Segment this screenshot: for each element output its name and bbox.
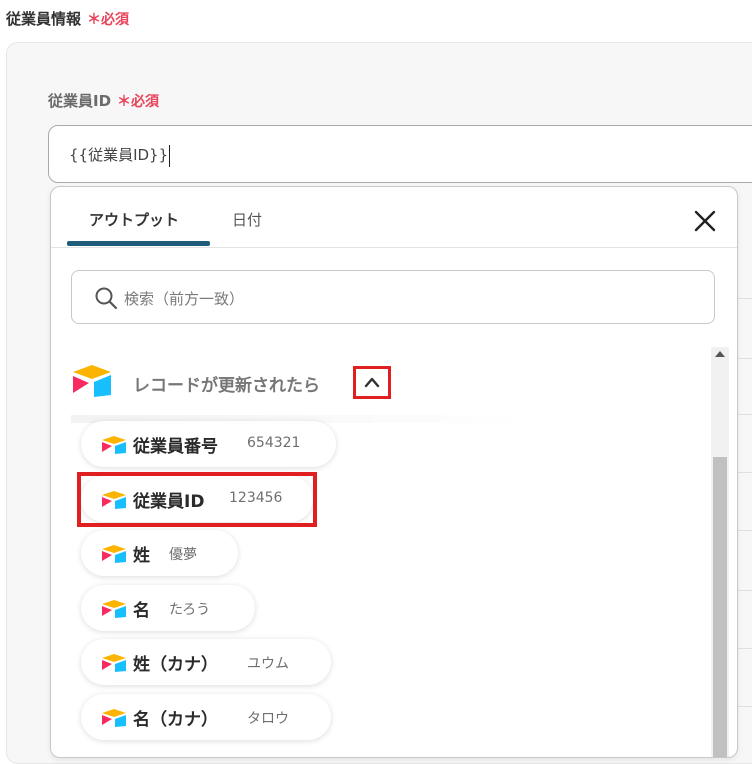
output-item-value: 123456 <box>229 490 283 506</box>
airtable-logo-icon <box>102 491 126 509</box>
output-item-first-name-kana[interactable]: 名（カナ） タロウ <box>81 694 331 740</box>
search-input[interactable]: 検索（前方一致） <box>71 270 715 324</box>
close-button[interactable] <box>691 207 719 235</box>
field-label-text: 従業員ID <box>48 92 112 110</box>
output-item-label: 従業員番号 <box>133 437 218 457</box>
airtable-logo-icon <box>102 545 126 563</box>
trigger-group-title: レコードが更新されたら <box>133 376 320 396</box>
tab-bar: アウトプット 日付 <box>51 187 737 248</box>
output-picker-popup: アウトプット 日付 検索（前方一致） レコードが更新されたら 従業員番号 654… <box>50 186 738 758</box>
output-item-first-name[interactable]: 名 たろう <box>81 585 255 631</box>
section-title: 従業員情報 ＊必須 <box>6 8 129 29</box>
divider <box>736 590 752 591</box>
scroll-up-arrow-icon[interactable] <box>715 351 725 357</box>
employee-id-value: {{従業員ID}} <box>69 146 169 164</box>
divider <box>736 472 752 473</box>
output-item-value: 優夢 <box>169 547 197 563</box>
divider <box>736 706 752 707</box>
airtable-logo-icon <box>102 436 126 454</box>
output-item-label: 姓 <box>133 546 150 566</box>
airtable-logo-icon <box>102 709 126 727</box>
divider <box>736 358 752 359</box>
output-item-label: 姓（カナ） <box>133 655 218 675</box>
field-label: 従業員ID ＊必須 <box>48 90 159 111</box>
output-item-value: たろう <box>169 602 211 618</box>
airtable-logo-icon <box>73 365 111 397</box>
search-icon <box>95 287 118 310</box>
airtable-logo-icon <box>102 600 126 618</box>
divider <box>736 414 752 415</box>
active-tab-indicator <box>67 241 210 246</box>
search-placeholder: 検索（前方一致） <box>124 290 245 308</box>
close-icon <box>694 210 716 232</box>
text-caret <box>169 144 171 167</box>
output-item-label: 名 <box>133 601 150 621</box>
collapse-group-button[interactable] <box>353 366 391 399</box>
output-item-value: ユウム <box>247 656 289 672</box>
field-required-badge: ＊必須 <box>117 94 160 110</box>
tab-date[interactable]: 日付 <box>232 209 262 230</box>
output-item-employee-number[interactable]: 従業員番号 654321 <box>81 421 336 467</box>
divider <box>736 530 752 531</box>
output-item-label: 従業員ID <box>133 492 205 512</box>
employee-id-input[interactable]: {{従業員ID}} <box>48 125 752 183</box>
output-item-last-name-kana[interactable]: 姓（カナ） ユウム <box>81 639 331 685</box>
output-item-last-name[interactable]: 姓 優夢 <box>81 530 238 576</box>
chevron-up-icon <box>364 377 380 388</box>
airtable-logo-icon <box>102 654 126 672</box>
output-item-label: 名（カナ） <box>133 710 218 730</box>
divider <box>736 648 752 649</box>
section-title-text: 従業員情報 <box>6 10 82 28</box>
required-badge: ＊必須 <box>87 12 130 28</box>
divider <box>736 298 752 299</box>
output-item-value: タロウ <box>247 711 289 727</box>
output-item-value: 654321 <box>247 435 301 451</box>
scrollbar-thumb[interactable] <box>713 457 727 757</box>
output-item-employee-id[interactable]: 従業員ID 123456 <box>81 476 313 522</box>
tab-output[interactable]: アウトプット <box>89 209 179 230</box>
